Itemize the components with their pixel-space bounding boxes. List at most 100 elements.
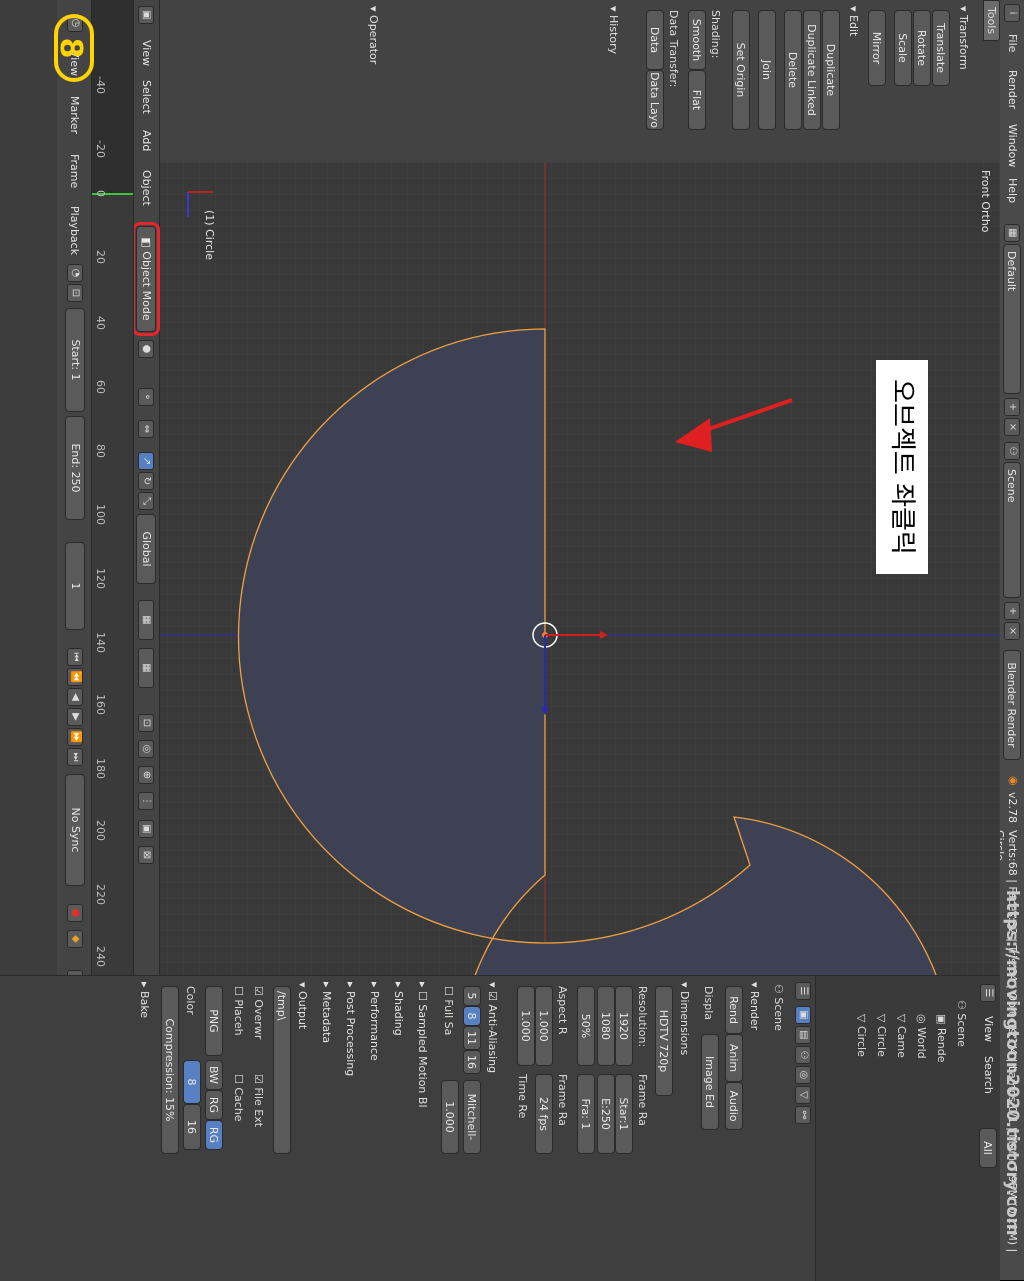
- tab-tools[interactable]: Tools: [983, 0, 1000, 42]
- audio-button[interactable]: Audio: [725, 1082, 743, 1130]
- compression-slider[interactable]: Compression: 15%: [161, 986, 179, 1154]
- join-button[interactable]: Join: [758, 10, 776, 130]
- outliner-menu-view[interactable]: View: [982, 1016, 995, 1042]
- timeline-menu-marker[interactable]: Marker: [68, 96, 81, 134]
- outliner-menu-search[interactable]: Search: [982, 1056, 995, 1094]
- file-format-selector[interactable]: PNG: [205, 986, 223, 1056]
- translate-button[interactable]: Translate: [932, 10, 950, 86]
- flat-button[interactable]: Flat: [688, 70, 706, 130]
- color-mode-bw[interactable]: BW: [205, 1060, 223, 1090]
- layers-icon[interactable]: ▦: [138, 600, 154, 640]
- anti-aliasing-panel-header[interactable]: ▾ ☑ Anti-Aliasing: [486, 982, 499, 1073]
- operator-panel-header[interactable]: ▾ Operator: [367, 6, 380, 64]
- outliner-item-render[interactable]: ▣ Rende: [935, 1014, 948, 1063]
- menu-render[interactable]: Render: [1006, 70, 1019, 109]
- dimensions-panel-header[interactable]: ▾ Dimensions: [678, 982, 691, 1055]
- rotate-manipulator-icon[interactable]: ↻: [138, 472, 154, 490]
- lock-icon[interactable]: ⊡: [138, 714, 154, 732]
- frame-start-field[interactable]: Star:1: [615, 1074, 633, 1154]
- remove-layout-icon[interactable]: ×: [1004, 418, 1020, 436]
- aa-samples-16[interactable]: 16: [463, 1050, 481, 1074]
- menu-help[interactable]: Help: [1006, 178, 1019, 203]
- preview-range-icon[interactable]: ◔: [67, 264, 83, 282]
- play-icon[interactable]: ▶: [67, 708, 83, 726]
- orientation-selector[interactable]: Global: [136, 514, 156, 584]
- resolution-y-field[interactable]: 1080: [597, 986, 615, 1066]
- aa-size-field[interactable]: 1.000: [441, 1080, 459, 1154]
- data-layout-button[interactable]: Data Layo: [646, 70, 664, 130]
- proportional-icon[interactable]: ◎: [138, 740, 154, 758]
- duplicate-button[interactable]: Duplicate: [822, 10, 840, 130]
- outliner-filter-selector[interactable]: All: [979, 1128, 997, 1168]
- layers-tab-icon[interactable]: ▤: [795, 1026, 811, 1044]
- performance-panel-header[interactable]: ▸ Performance: [368, 982, 381, 1061]
- record-icon[interactable]: ●: [67, 904, 83, 922]
- display-selector[interactable]: Image Ed: [701, 1034, 719, 1130]
- properties-editor-icon[interactable]: ☰: [795, 982, 811, 1000]
- metadata-panel-header[interactable]: ▸ Metadata: [320, 982, 333, 1043]
- aa-samples-8[interactable]: 8: [463, 1006, 481, 1026]
- post-processing-panel-header[interactable]: ▸ Post Processing: [344, 982, 357, 1076]
- scale-button[interactable]: Scale: [894, 10, 912, 86]
- jump-keyframe-back-icon[interactable]: ⏪: [67, 668, 83, 686]
- sync-mode-selector[interactable]: No Sync: [65, 774, 85, 886]
- frame-step-field[interactable]: Fra: 1: [577, 1074, 595, 1154]
- aa-samples-11[interactable]: 11: [463, 1026, 481, 1050]
- translate-manipulator-icon[interactable]: ↗: [138, 452, 154, 470]
- aa-filter-selector[interactable]: Mitchell-: [463, 1080, 481, 1154]
- manipulator-icon[interactable]: ⇔: [138, 420, 154, 438]
- render-icon[interactable]: ▣: [138, 820, 154, 838]
- data-button[interactable]: Data: [646, 10, 664, 70]
- object-mode-selector[interactable]: ◧ Object Mode: [135, 204, 157, 354]
- transform-panel-header[interactable]: ▾ Transform: [957, 6, 970, 70]
- jump-keyframe-forward-icon[interactable]: ⏩: [67, 728, 83, 746]
- current-frame-field[interactable]: 1: [65, 542, 85, 630]
- aspect-x-field[interactable]: 1.000: [535, 986, 553, 1066]
- full-sample-checkbox[interactable]: ☐ Full Sa: [442, 986, 455, 1035]
- mirror-button[interactable]: Mirror: [868, 10, 886, 86]
- timeline-menu-frame[interactable]: Frame: [68, 154, 81, 188]
- lock-range-icon[interactable]: ⊡: [67, 284, 83, 302]
- snap-icon[interactable]: ⊕: [138, 766, 154, 784]
- play-reverse-icon[interactable]: ◀: [67, 688, 83, 706]
- layout-icon[interactable]: ▦: [1004, 224, 1020, 242]
- output-panel-header[interactable]: ▾ Output: [296, 982, 309, 1029]
- snap-element-icon[interactable]: ⋮: [138, 792, 154, 810]
- menu-object[interactable]: Object: [140, 170, 153, 206]
- link-tab-icon[interactable]: ⚯: [795, 1106, 811, 1124]
- end-frame-field[interactable]: End: 250: [65, 416, 85, 520]
- viewport-3d[interactable]: Front Ortho (1) Circle 오브젝트 좌클릭: [160, 162, 1000, 975]
- remove-scene-icon[interactable]: ×: [1004, 622, 1020, 640]
- bake-panel-header[interactable]: ▸ Bake: [138, 982, 151, 1018]
- layout-selector[interactable]: Default: [1003, 244, 1021, 394]
- overwrite-checkbox[interactable]: ☑ Overwr: [252, 986, 265, 1039]
- jump-end-icon[interactable]: ⏭: [67, 748, 83, 766]
- jump-start-icon[interactable]: ⏮: [67, 648, 83, 666]
- render-engine-selector[interactable]: Blender Render: [1003, 650, 1021, 760]
- timeline[interactable]: -40 -20 0 20 40 60 80 100 120 140 160 18…: [91, 0, 134, 975]
- editor-type-icon[interactable]: i: [1004, 4, 1020, 22]
- resolution-x-field[interactable]: 1920: [615, 986, 633, 1066]
- menu-window[interactable]: Window: [1006, 124, 1019, 167]
- frame-end-field[interactable]: E:250: [597, 1074, 615, 1154]
- render-panel-header[interactable]: ▾ Render: [748, 982, 761, 1030]
- edit-panel-header[interactable]: ▾ Edit: [847, 6, 860, 36]
- outliner-item-world[interactable]: ◎ World: [915, 1014, 928, 1059]
- sampled-motion-blur-header[interactable]: ▸ ☐ Sampled Motion Bl: [416, 982, 429, 1108]
- start-frame-field[interactable]: Start: 1: [65, 308, 85, 412]
- shading-panel-header[interactable]: ▸ Shading: [392, 982, 405, 1036]
- color-depth-16[interactable]: 16: [183, 1104, 201, 1150]
- color-depth-8[interactable]: 8: [183, 1060, 201, 1104]
- menu-file[interactable]: File: [1006, 34, 1019, 52]
- outliner-item-scene[interactable]: ⚇ Scene: [955, 1000, 968, 1047]
- world-tab-icon[interactable]: ◎: [795, 1066, 811, 1084]
- history-panel-header[interactable]: ▾ History: [607, 6, 620, 54]
- menu-add[interactable]: Add: [140, 130, 153, 151]
- scene-tab-icon[interactable]: ⚇: [795, 1046, 811, 1064]
- layers-icon-2[interactable]: ▦: [138, 648, 154, 688]
- object-tab-icon[interactable]: ▽: [795, 1086, 811, 1104]
- outliner-item-circle[interactable]: ▽ Circle: [875, 1014, 888, 1057]
- viewport-editor-icon[interactable]: ▣: [138, 6, 154, 24]
- scene-selector[interactable]: Scene: [1003, 462, 1021, 598]
- delete-button[interactable]: Delete: [784, 10, 802, 130]
